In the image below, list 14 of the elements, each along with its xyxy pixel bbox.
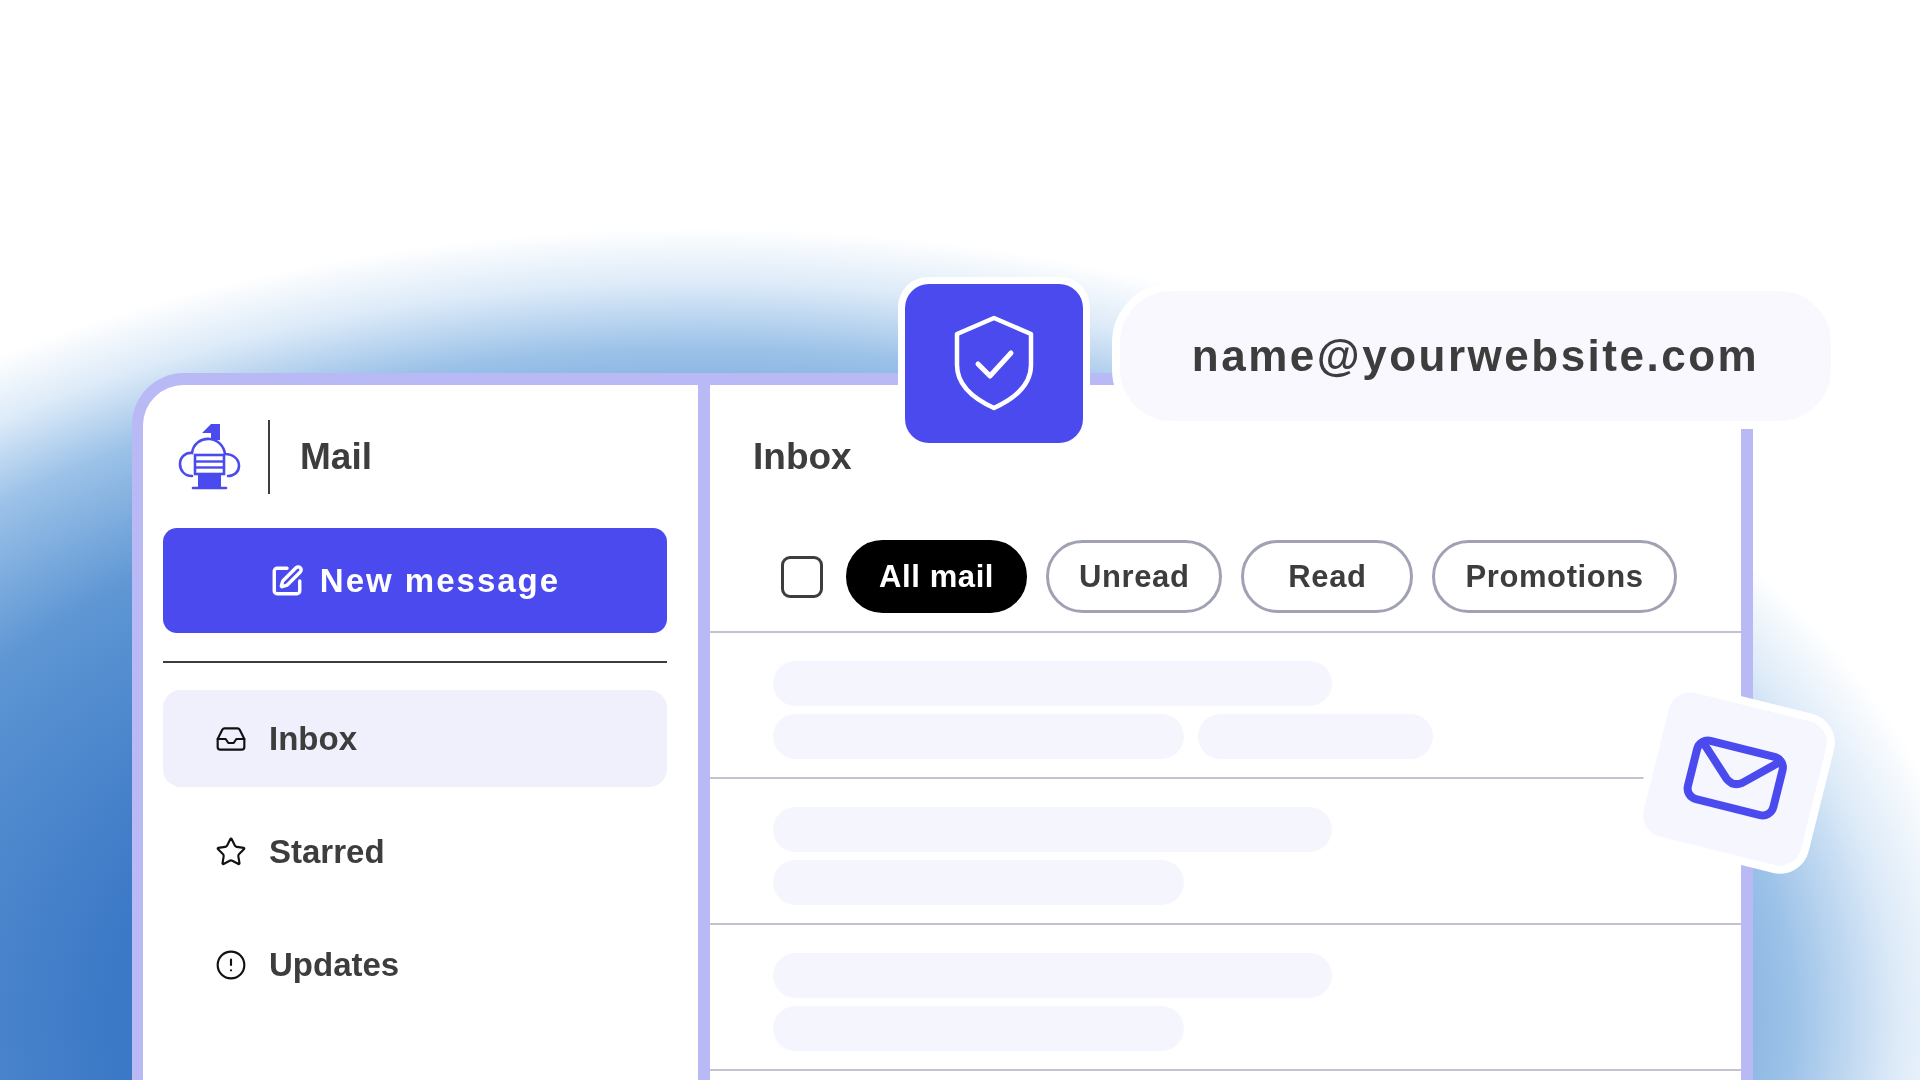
filter-chip[interactable]: Unread <box>1046 540 1223 613</box>
nav-item[interactable]: Updates <box>163 916 667 1013</box>
select-all-checkbox[interactable] <box>781 555 823 598</box>
filter-chip[interactable]: Promotions <box>1432 540 1677 613</box>
star-icon <box>215 835 247 868</box>
filter-chip[interactable]: Read <box>1241 540 1414 613</box>
nav-item[interactable]: Starred <box>163 803 667 900</box>
new-message-button[interactable]: New message <box>163 528 667 633</box>
app-title: Mail <box>300 435 372 479</box>
cloud-logo-icon <box>178 424 241 490</box>
page-title: Inbox <box>752 435 853 479</box>
filter-chip[interactable]: All mail <box>846 540 1028 613</box>
nav-item[interactable]: Inbox <box>163 690 667 787</box>
exclamation-circle-icon <box>215 948 247 981</box>
